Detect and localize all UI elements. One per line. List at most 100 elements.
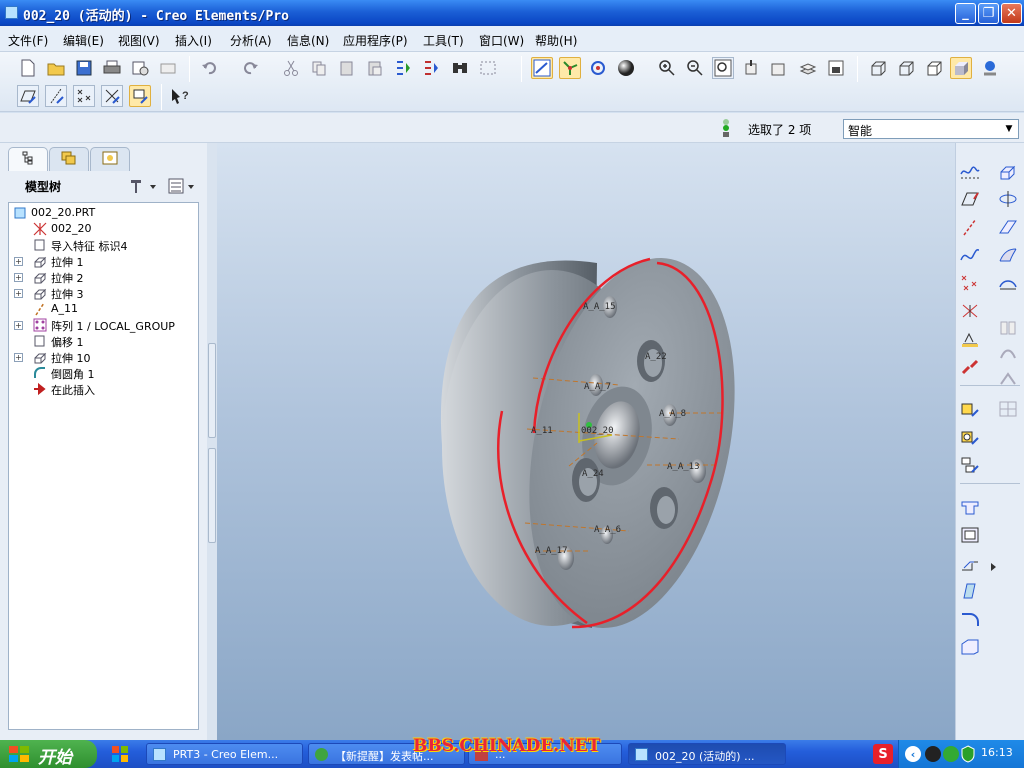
revolve-icon[interactable] <box>996 187 1020 211</box>
restore-button[interactable]: ❐ <box>978 3 999 24</box>
layers-icon[interactable] <box>797 57 819 79</box>
menu-tools[interactable]: 工具(T) <box>423 32 464 49</box>
repaint-icon[interactable] <box>531 57 553 79</box>
datum-point-filter-icon[interactable] <box>73 85 95 107</box>
zoom-in-icon[interactable] <box>656 57 678 79</box>
paste-icon[interactable] <box>336 57 358 79</box>
wireframe-icon[interactable] <box>867 57 889 79</box>
redo-icon[interactable] <box>239 57 261 79</box>
tree-node[interactable]: A_11 <box>9 301 198 317</box>
tree-node[interactable]: 导入特征 标识4 <box>9 237 198 253</box>
menu-window[interactable]: 窗口(W) <box>479 32 524 49</box>
tree-node[interactable]: 倒圆角 1 <box>9 365 198 381</box>
regen-manager-icon[interactable] <box>420 57 442 79</box>
shell-icon[interactable] <box>958 523 982 547</box>
zoom-out-icon[interactable] <box>684 57 706 79</box>
csys-icon[interactable] <box>958 299 982 323</box>
open-folder-icon[interactable] <box>45 57 67 79</box>
chevron-right-icon[interactable] <box>982 555 1006 579</box>
find-icon[interactable] <box>449 57 471 79</box>
menu-edit[interactable]: 编辑(E) <box>63 32 104 49</box>
tree-node[interactable]: + 拉伸 10 <box>9 349 198 365</box>
datum-point-icon[interactable] <box>958 271 982 295</box>
tab-model-tree[interactable] <box>8 147 48 171</box>
enhanced-realism-icon[interactable] <box>979 57 1001 79</box>
quicklaunch-icon[interactable] <box>108 743 134 765</box>
display-style-icon[interactable] <box>615 57 637 79</box>
expand-icon[interactable]: + <box>14 321 23 330</box>
graphics-viewport[interactable]: A_A_15 A_22 A_A_7 A_A_8 A_11 002_20 A_A_… <box>217 143 955 740</box>
orient-mode-icon[interactable] <box>587 57 609 79</box>
mail-attachment-icon[interactable] <box>157 57 179 79</box>
rib-icon[interactable] <box>958 551 982 575</box>
csys-filter-icon[interactable] <box>101 85 123 107</box>
merge-icon[interactable] <box>996 315 1020 339</box>
thicken-icon[interactable] <box>996 397 1020 421</box>
extrude-icon[interactable] <box>996 159 1020 183</box>
menu-insert[interactable]: 插入(I) <box>175 32 212 49</box>
sketch-setup-icon[interactable] <box>958 425 982 449</box>
datum-axis-icon[interactable] <box>958 215 982 239</box>
reorient-icon[interactable] <box>740 57 762 79</box>
qq-icon[interactable] <box>925 746 941 762</box>
chain-icon[interactable] <box>958 355 982 379</box>
send-mail-icon[interactable] <box>129 57 151 79</box>
model-view[interactable]: A_A_15 A_22 A_A_7 A_A_8 A_11 002_20 A_A_… <box>217 143 955 740</box>
tree-node[interactable]: 偏移 1 <box>9 333 198 349</box>
tree-node[interactable]: + 拉伸 1 <box>9 253 198 269</box>
tab-folder-browser[interactable] <box>49 147 89 171</box>
splitter-grip-top[interactable] <box>208 343 216 438</box>
print-icon[interactable] <box>101 57 123 79</box>
expand-icon[interactable]: + <box>14 257 23 266</box>
context-help-icon[interactable]: ? <box>169 85 191 107</box>
saved-views-icon[interactable] <box>768 57 790 79</box>
selection-filter-dropdown[interactable]: 智能 ▼ <box>843 119 1019 139</box>
undo-icon[interactable] <box>199 57 221 79</box>
menu-analysis[interactable]: 分析(A) <box>230 32 272 49</box>
hidden-line-icon[interactable] <box>895 57 917 79</box>
datum-axis-filter-icon[interactable] <box>45 85 67 107</box>
select-box-icon[interactable] <box>477 57 499 79</box>
boundary-blend-icon[interactable] <box>996 243 1020 267</box>
expand-icon[interactable]: + <box>14 353 23 362</box>
tray-expand-icon[interactable]: ‹ <box>905 746 921 762</box>
round-icon[interactable] <box>958 607 982 631</box>
chamfer-icon[interactable] <box>958 635 982 659</box>
spin-center-icon[interactable] <box>559 57 581 79</box>
tab-favorites[interactable] <box>90 147 130 171</box>
style-icon[interactable] <box>996 271 1020 295</box>
minimize-button[interactable]: _ <box>955 3 976 24</box>
start-button[interactable]: 开始 <box>0 740 97 768</box>
copy-icon[interactable] <box>308 57 330 79</box>
expand-icon[interactable]: + <box>14 273 23 282</box>
shading-icon[interactable] <box>950 57 972 79</box>
draft-icon[interactable] <box>958 579 982 603</box>
tree-root[interactable]: 002_20.PRT <box>9 205 198 221</box>
cut-icon[interactable] <box>280 57 302 79</box>
input-method-icon[interactable]: S <box>873 744 893 764</box>
tree-node[interactable]: 在此插入 <box>9 381 198 397</box>
datum-curve-icon[interactable] <box>958 243 982 267</box>
menu-applications[interactable]: 应用程序(P) <box>343 32 408 49</box>
regenerate-icon[interactable] <box>392 57 414 79</box>
panel-splitter[interactable] <box>207 143 217 740</box>
analysis-feature-icon[interactable] <box>958 327 982 351</box>
splitter-grip-bottom[interactable] <box>208 448 216 543</box>
tree-node[interactable]: + 阵列 1 / LOCAL_GROUP <box>9 317 198 333</box>
annotation-filter-icon[interactable] <box>129 85 151 107</box>
new-file-icon[interactable] <box>17 57 39 79</box>
task-002-20-active[interactable]: 002_20 (活动的) ... <box>628 743 786 765</box>
menu-file[interactable]: 文件(F) <box>8 32 48 49</box>
datum-plane-filter-icon[interactable] <box>17 85 39 107</box>
tree-settings-button[interactable] <box>128 177 158 195</box>
sketched-datum-curve-icon[interactable] <box>958 159 982 183</box>
expand-icon[interactable]: + <box>14 289 23 298</box>
tree-node[interactable]: 002_20 <box>9 221 198 237</box>
view-manager-icon[interactable] <box>825 57 847 79</box>
sweep-icon[interactable] <box>996 215 1020 239</box>
tree-columns-button[interactable] <box>168 177 198 195</box>
close-button[interactable]: ✕ <box>1001 3 1022 24</box>
sketch-icon[interactable] <box>958 397 982 421</box>
save-icon[interactable] <box>73 57 95 79</box>
no-hidden-icon[interactable] <box>923 57 945 79</box>
